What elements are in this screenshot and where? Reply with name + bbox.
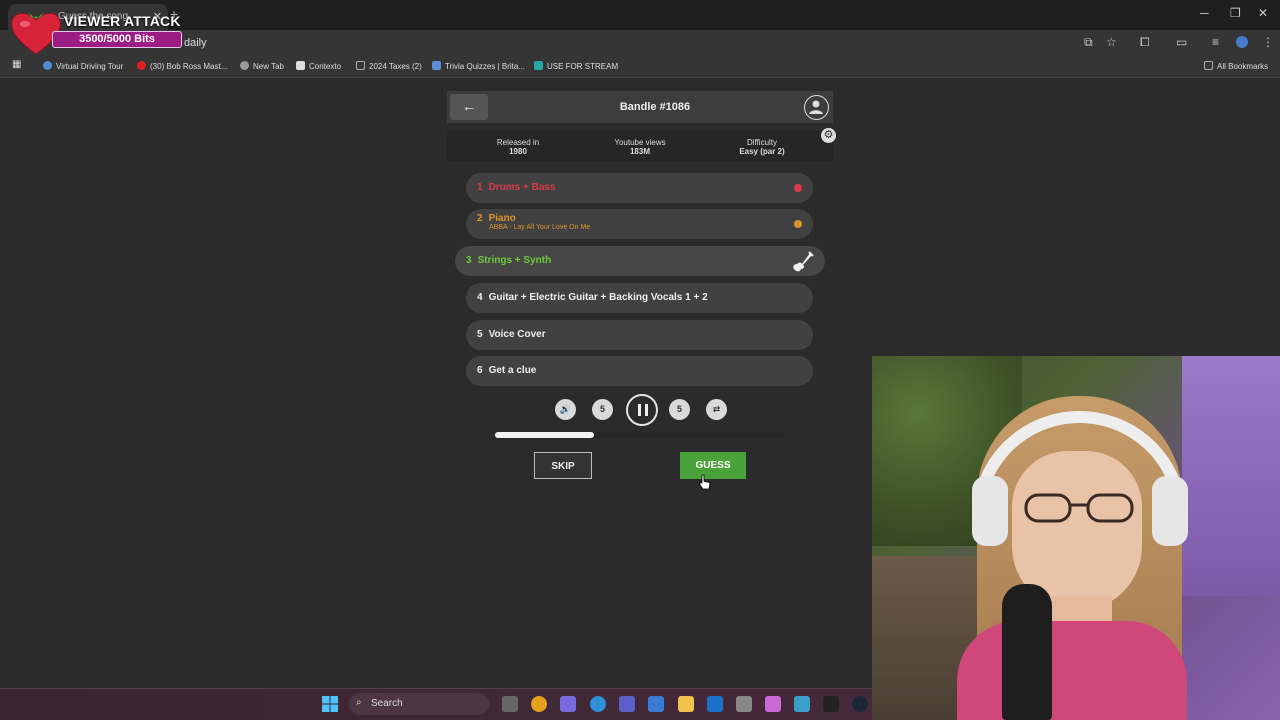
pause-button[interactable] <box>626 394 658 426</box>
globe-icon <box>43 61 52 70</box>
copilot-icon[interactable] <box>560 696 576 712</box>
bookmark-use-for-stream[interactable]: USE FOR STREAM <box>534 61 618 71</box>
bookmark-taxes-folder[interactable]: 2024 Taxes (2) <box>356 61 422 71</box>
stem-row-1[interactable]: 1 Drums + Bass <box>466 173 813 203</box>
close-window-icon[interactable]: ✕ <box>1258 6 1268 20</box>
settings-gear-icon[interactable]: ⚙ <box>821 128 836 143</box>
sidebar-icon[interactable]: ▭ <box>1176 35 1187 49</box>
bookmark-virtual-driving[interactable]: Virtual Driving Tour <box>43 61 123 71</box>
stem-row-4: 4 Guitar + Electric Guitar + Backing Voca… <box>466 283 813 313</box>
folder-icon <box>1204 61 1213 70</box>
rewind-5-button[interactable]: 5 <box>592 399 613 420</box>
browser-menu-icon[interactable]: ⋮ <box>1262 35 1274 49</box>
search-icon: ⌕ <box>356 697 362 708</box>
page-icon <box>240 61 249 70</box>
forward-5-button[interactable]: 5 <box>669 399 690 420</box>
bookmark-star-icon[interactable]: ☆ <box>1106 35 1117 49</box>
store-icon[interactable] <box>736 696 752 712</box>
user-icon[interactable] <box>804 95 829 120</box>
stem-row-3[interactable]: 3 Strings + Synth <box>455 246 825 276</box>
address-text: daily <box>184 37 207 49</box>
media-icon[interactable]: ≡ <box>1212 35 1219 49</box>
desktop-app-icon[interactable] <box>648 696 664 712</box>
stem-row-2[interactable]: 2 Piano ABBA - Lay All Your Love On Me <box>466 209 813 239</box>
stem-guess-text: ABBA - Lay All Your Love On Me <box>489 224 591 231</box>
edge-icon[interactable] <box>590 696 606 712</box>
contexto-icon <box>296 61 305 70</box>
hand-cursor-icon <box>699 474 711 490</box>
back-arrow-button[interactable]: ← <box>450 94 488 120</box>
bookmark-bob-ross[interactable]: (30) Bob Ross Mast... <box>137 61 227 71</box>
britannica-icon <box>432 61 441 70</box>
restore-icon[interactable]: ❐ <box>1230 6 1241 20</box>
guess-button[interactable]: GUESS <box>680 452 746 479</box>
partial-indicator-dot <box>794 220 802 228</box>
info-youtube-views: Youtube views 183M <box>614 138 666 156</box>
stream-icon <box>534 61 543 70</box>
windows-start-icon[interactable] <box>322 696 338 712</box>
game-title: Bandle #1086 <box>619 101 691 113</box>
guitar-icon <box>793 251 814 272</box>
wrong-indicator-dot <box>794 184 802 192</box>
all-bookmarks[interactable]: All Bookmarks <box>1204 61 1268 71</box>
profile-avatar[interactable] <box>1236 36 1248 48</box>
viewer-attack-title: VIEWER ATTACK <box>64 13 181 29</box>
extensions-icon[interactable]: ⧠ <box>1140 35 1150 50</box>
browser-titlebar <box>0 0 1280 30</box>
chrome-icon[interactable] <box>531 696 547 712</box>
volume-icon[interactable]: 🔊 <box>555 399 576 420</box>
paint-icon[interactable] <box>765 696 781 712</box>
info-difficulty: Difficulty Easy (par 2) <box>739 138 785 156</box>
taskbar-search[interactable]: ⌕ Search <box>349 693 489 715</box>
minimize-icon[interactable]: ─ <box>1200 6 1209 20</box>
steam-icon[interactable] <box>852 696 868 712</box>
install-app-icon[interactable]: ⧉ <box>1084 35 1093 50</box>
stem-row-5: 5 Voice Cover <box>466 320 813 350</box>
teams-icon[interactable] <box>619 696 635 712</box>
address-bar[interactable]: daily <box>170 33 1070 53</box>
loop-off-icon[interactable]: ⇄ <box>706 399 727 420</box>
app-window-icon[interactable] <box>794 696 810 712</box>
bookmark-contexto[interactable]: Contexto <box>296 61 341 71</box>
bookmark-trivia[interactable]: Trivia Quizzes | Brita... <box>432 61 525 71</box>
stem-row-6[interactable]: 6 Get a clue <box>466 356 813 386</box>
apps-grid-icon[interactable]: ▦ <box>12 59 21 70</box>
file-explorer-icon[interactable] <box>678 696 694 712</box>
playback-progress <box>495 432 594 438</box>
folder-icon <box>356 61 365 70</box>
info-released: Released in 1980 <box>496 138 540 156</box>
youtube-icon <box>137 61 146 70</box>
task-view-icon[interactable] <box>502 696 518 712</box>
skip-button[interactable]: SKIP <box>534 452 592 479</box>
bookmark-new-tab[interactable]: New Tab <box>240 61 284 71</box>
capcut-icon[interactable] <box>823 696 839 712</box>
bits-progress-badge: 3500/5000 Bits <box>52 31 182 48</box>
outlook-icon[interactable] <box>707 696 723 712</box>
webcam-feed <box>872 356 1280 720</box>
